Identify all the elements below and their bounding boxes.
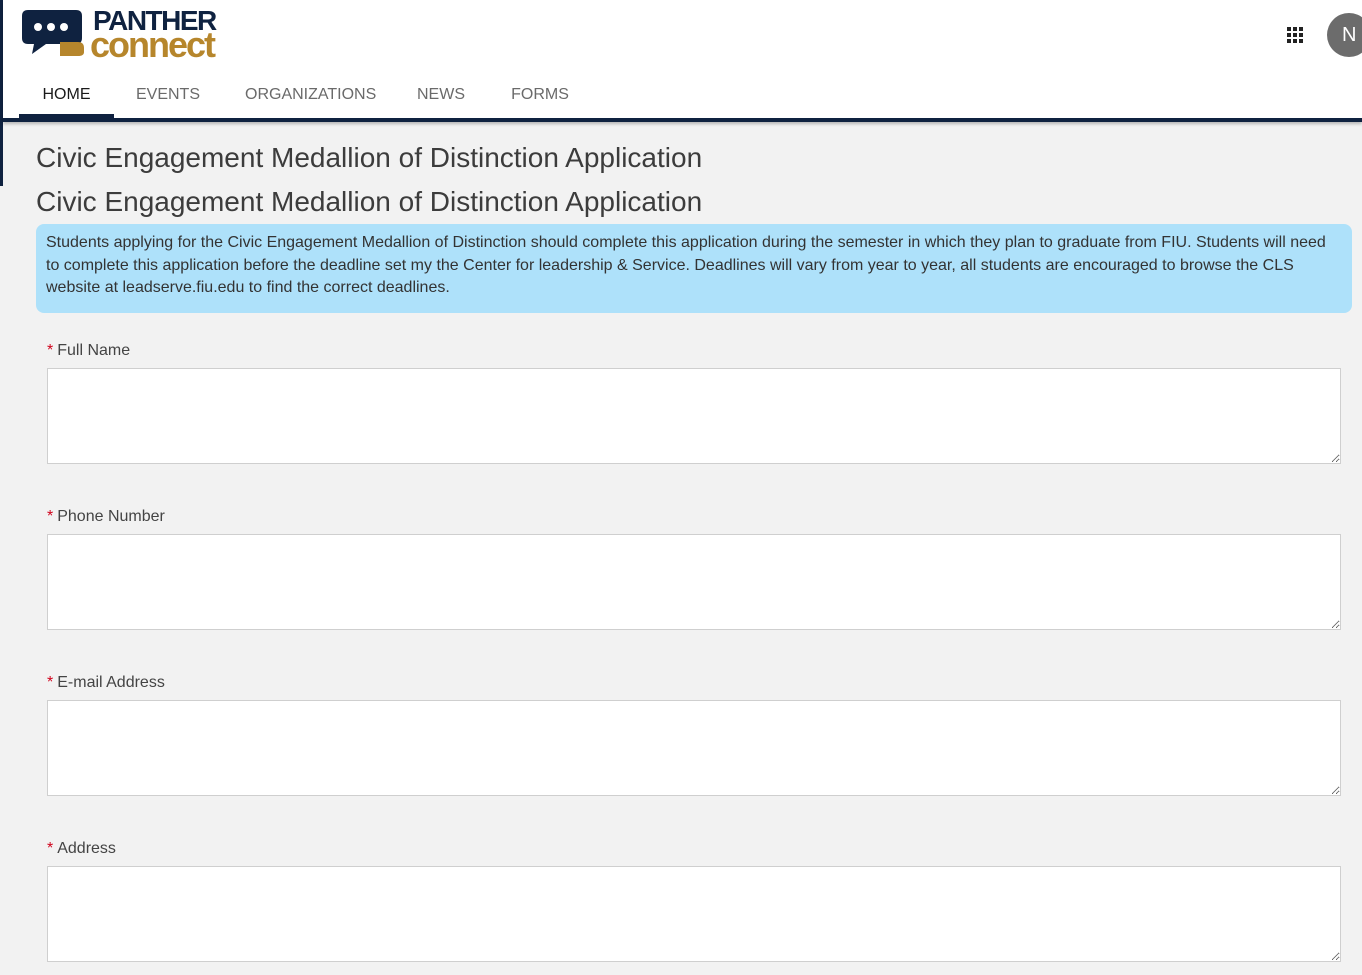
tab-forms[interactable]: FORMS [511,72,569,118]
full-name-input[interactable] [47,368,1341,464]
email-address-field: * E-mail Address [47,672,1341,796]
form-title: Civic Engagement Medallion of Distinctio… [36,186,703,217]
tab-events[interactable]: EVENTS [133,72,203,118]
phone-number-field: * Phone Number [47,506,1341,630]
required-marker: * [47,342,54,359]
required-marker: * [47,840,54,857]
tab-organizations[interactable]: ORGANIZATIONS [245,72,376,118]
top-header: PANTHER connect N HOME EVENTS ORGANIZATI… [3,0,1362,122]
app-grid-icon[interactable] [1285,25,1305,45]
page-title: Civic Engagement Medallion of Distinctio… [36,142,703,173]
email-address-label: * E-mail Address [47,674,165,691]
tab-news[interactable]: NEWS [415,72,467,118]
address-input[interactable] [47,866,1341,962]
address-label: * Address [47,840,116,857]
form-description: Students applying for the Civic Engageme… [36,224,1352,313]
required-marker: * [47,508,54,525]
chat-bubble-icon [22,10,84,56]
full-name-field: * Full Name [47,340,1341,464]
panther-connect-logo[interactable]: PANTHER connect [20,6,250,64]
address-field: * Address [47,838,1341,962]
email-address-input[interactable] [47,700,1341,796]
phone-number-label: * Phone Number [47,508,165,525]
user-avatar[interactable]: N [1327,13,1362,57]
required-marker: * [47,674,54,691]
logo-text-connect: connect [90,24,216,65]
main-content: Civic Engagement Medallion of Distinctio… [36,136,1352,313]
full-name-label: * Full Name [47,342,131,359]
tab-home[interactable]: HOME [19,72,114,118]
phone-number-input[interactable] [47,534,1341,630]
